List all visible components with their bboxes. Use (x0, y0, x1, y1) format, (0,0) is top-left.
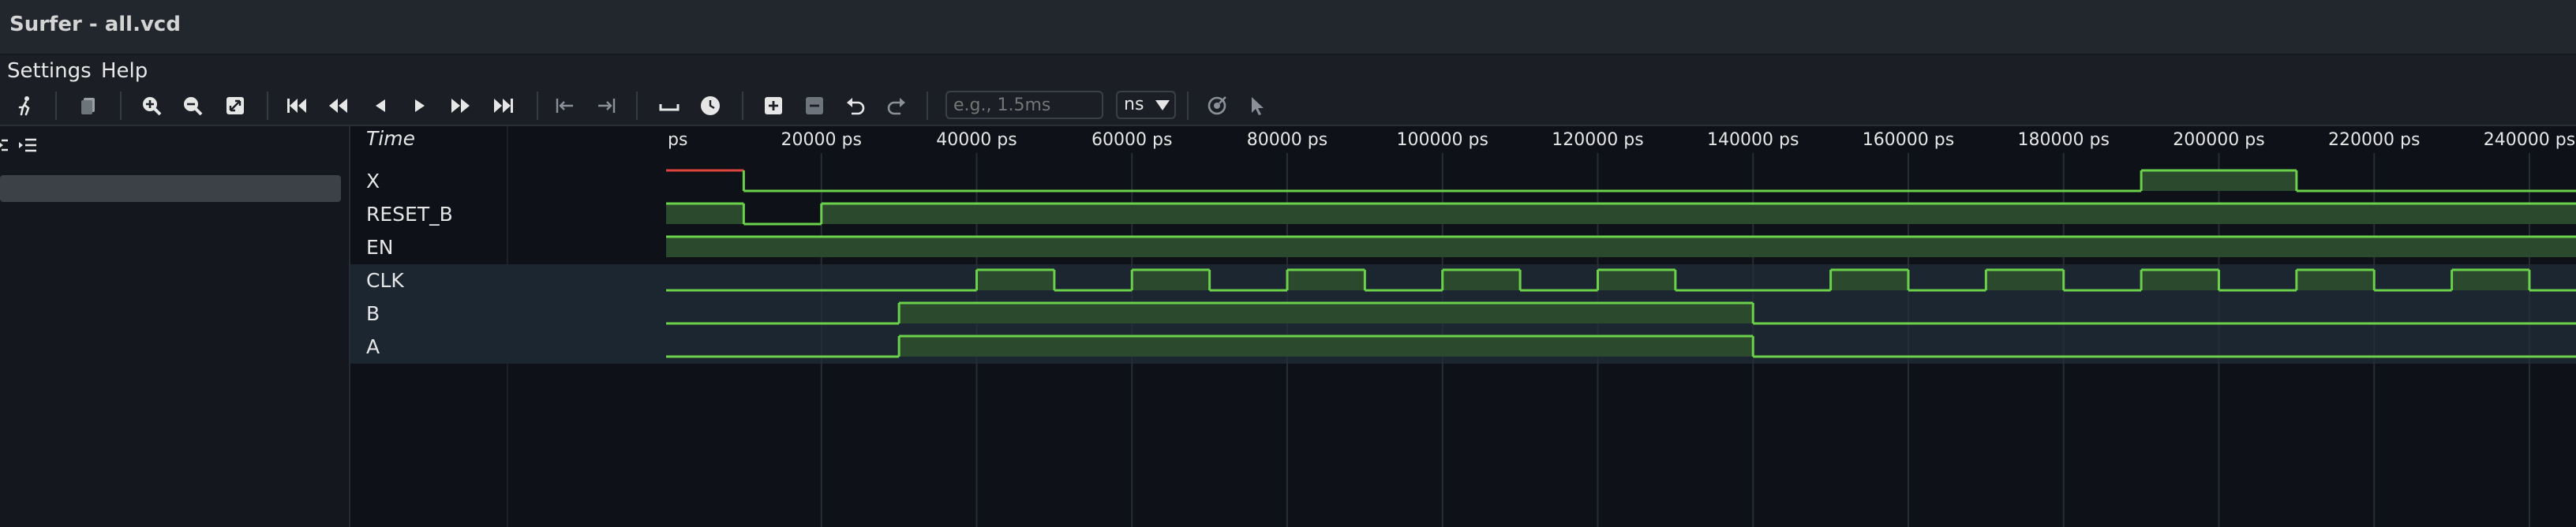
scope-filter-input[interactable] (0, 175, 341, 202)
high-fill (666, 204, 744, 224)
waveform-x[interactable] (666, 169, 2576, 192)
next-transition-icon[interactable] (595, 95, 617, 117)
step-back-fast-icon[interactable] (327, 95, 349, 117)
title-bar: Surfer - all.vcd (0, 0, 2576, 55)
toolbar: ns (0, 87, 2576, 126)
high-fill (1597, 270, 1676, 290)
time-tick-label: 140000 ps (1707, 130, 1799, 150)
signal-name-b[interactable]: B (350, 297, 666, 331)
window-title: Surfer - all.vcd (9, 13, 181, 36)
zoom-fit-icon[interactable] (224, 95, 246, 117)
step-forward-fast-icon[interactable] (450, 95, 472, 117)
zoom-out-icon[interactable] (182, 95, 204, 117)
redo-icon[interactable] (886, 95, 908, 117)
high-fill (666, 237, 2576, 257)
time-tick-label: 40000 ps (936, 130, 1017, 150)
time-tick-label: 240000 ps (2484, 130, 2575, 150)
collapse-icon[interactable] (0, 136, 9, 155)
undo-icon[interactable] (844, 95, 867, 117)
time-tick-label: 180000 ps (2018, 130, 2110, 150)
high-fill (899, 303, 1754, 323)
add-icon[interactable] (762, 95, 784, 117)
scope-panel (0, 126, 350, 527)
go-to-end-icon[interactable] (492, 95, 515, 117)
menu-help[interactable]: Help (101, 55, 148, 87)
play-icon[interactable] (409, 95, 431, 117)
high-fill (1286, 270, 1365, 290)
menu-settings[interactable]: Settings (7, 55, 92, 87)
time-tick-label: 200000 ps (2173, 130, 2264, 150)
time-tick-label: ps (668, 130, 687, 150)
time-header-label: Time (366, 127, 415, 150)
cursor-target-icon[interactable] (1206, 95, 1228, 117)
waveform-reset-b[interactable] (666, 202, 2576, 226)
signal-name-en[interactable]: EN (350, 231, 666, 264)
copy-icon[interactable] (77, 95, 99, 117)
high-fill (2141, 170, 2297, 191)
time-tick-label: 60000 ps (1091, 130, 1172, 150)
time-tick-label: 160000 ps (1863, 130, 1954, 150)
space-icon[interactable] (658, 95, 680, 117)
time-unit-value: ns (1124, 95, 1144, 114)
zoom-in-icon[interactable] (140, 95, 163, 117)
waveform-canvas[interactable]: ps 20000 ps 40000 ps 60000 ps 80000 ps 100000… (666, 126, 2576, 527)
high-fill (2141, 270, 2219, 290)
pointer-icon[interactable] (1247, 95, 1269, 117)
high-fill (2296, 270, 2375, 290)
waveform-en[interactable] (666, 235, 2576, 257)
time-tick-label: 80000 ps (1247, 130, 1327, 150)
high-fill (2451, 270, 2529, 290)
go-to-start-icon[interactable] (286, 95, 308, 117)
time-tick-label: 120000 ps (1552, 130, 1643, 150)
time-tick-label: 100000 ps (1397, 130, 1488, 150)
remove-icon[interactable] (803, 95, 826, 117)
time-input[interactable] (945, 91, 1103, 119)
waveform-view[interactable]: ps 20000 ps 40000 ps 60000 ps 80000 ps 100000… (666, 126, 2576, 527)
list-indent-icon[interactable] (17, 136, 38, 155)
high-fill (1132, 270, 1210, 290)
signal-name-clk[interactable]: CLK (350, 264, 666, 297)
signal-names-panel: Time X RESET_B EN CLK B A (350, 126, 666, 527)
quick-start-icon[interactable] (14, 95, 36, 117)
signal-name-x[interactable]: X (350, 165, 666, 198)
time-tick-label: 20000 ps (781, 130, 862, 150)
time-tick-label: 220000 ps (2328, 130, 2420, 150)
chevron-down-icon (1155, 100, 1170, 110)
menu-bar: Settings Help (0, 55, 2576, 87)
signal-name-a[interactable]: A (350, 331, 666, 364)
step-back-icon[interactable] (369, 95, 391, 117)
prev-transition-icon[interactable] (554, 95, 576, 117)
high-fill (1986, 270, 2064, 290)
high-fill (1442, 270, 1521, 290)
high-fill (1830, 270, 1908, 290)
high-fill (976, 270, 1054, 290)
time-unit-select[interactable]: ns (1116, 91, 1176, 119)
high-fill (899, 336, 1754, 357)
clock-icon[interactable] (699, 95, 721, 117)
high-fill (821, 204, 2576, 224)
signal-name-reset-b[interactable]: RESET_B (350, 198, 666, 231)
